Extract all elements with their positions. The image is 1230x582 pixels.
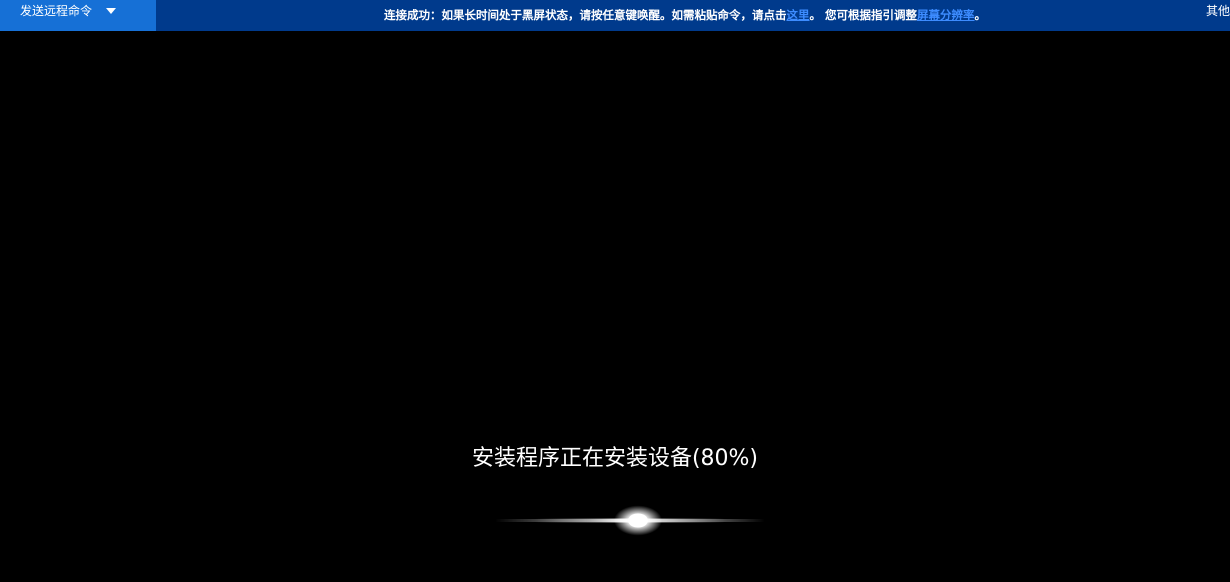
send-remote-command-label: 发送远程命令 <box>20 4 93 18</box>
loading-glow-icon <box>495 505 765 536</box>
install-status-text: 安装程序正在安装设备(80%) <box>471 446 759 471</box>
more-menu-button[interactable]: 其他 <box>1206 0 1230 31</box>
screen-resolution-link[interactable]: 屏幕分辨率 <box>917 8 975 22</box>
notice-middle: 。 您可根据指引调整 <box>809 8 918 22</box>
connection-notice: 连接成功：如果长时间处于黑屏状态，请按任意键唤醒。如需粘贴命令，请点击这里。 您… <box>384 0 986 31</box>
notice-prefix: 连接成功：如果长时间处于黑屏状态，请按任意键唤醒。如需粘贴命令，请点击 <box>384 8 787 22</box>
paste-command-link[interactable]: 这里 <box>787 8 810 22</box>
remote-toolbar: 发送远程命令 连接成功：如果长时间处于黑屏状态，请按任意键唤醒。如需粘贴命令，请… <box>0 0 1230 31</box>
send-remote-command-dropdown[interactable]: 发送远程命令 <box>0 0 156 31</box>
notice-suffix: 。 <box>974 8 987 22</box>
chevron-down-icon <box>106 8 116 14</box>
remote-screen[interactable]: 安装程序正在安装设备(80%) <box>0 31 1230 582</box>
